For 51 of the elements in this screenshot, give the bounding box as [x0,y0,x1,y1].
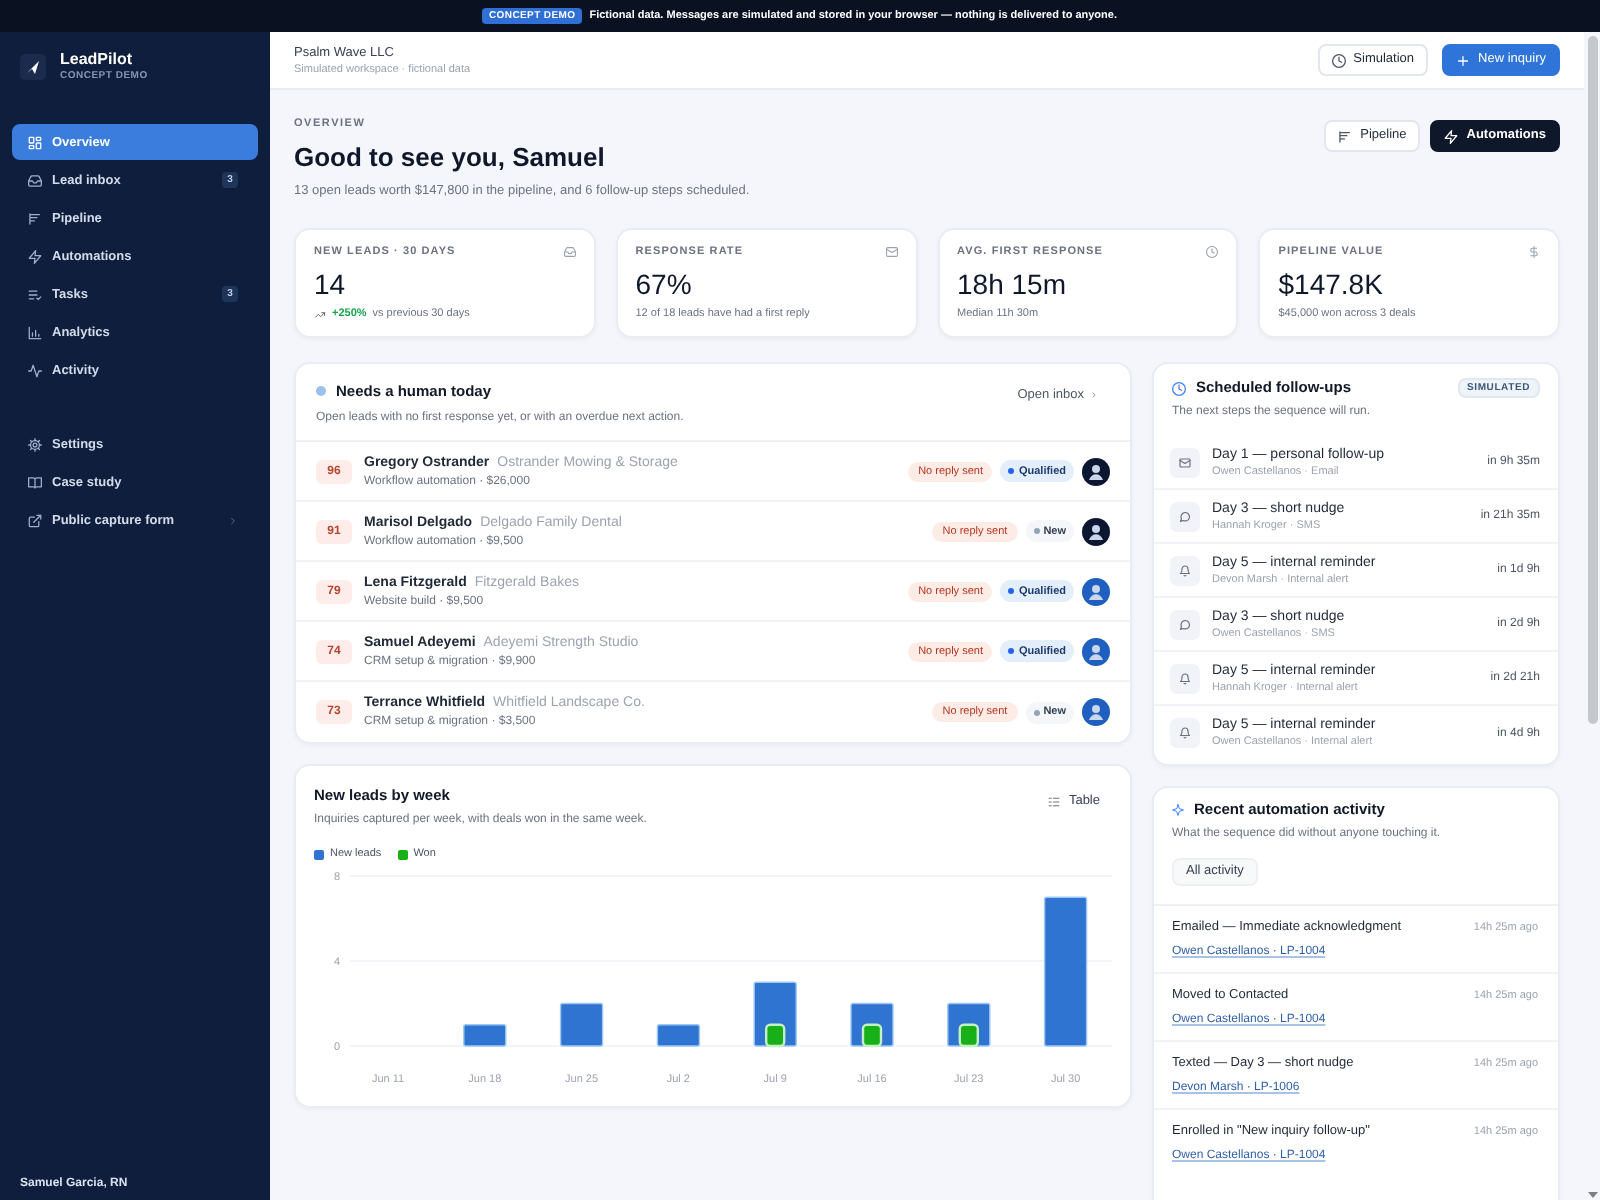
settings-icon [28,437,42,451]
clock-icon [1206,246,1219,258]
plus-icon [1456,53,1471,67]
new-leads-bar [559,1002,604,1047]
dot-icon [1008,648,1015,654]
table-icon [1048,795,1061,807]
lightning-icon [28,249,42,263]
pulse-icon [28,363,42,377]
chat-bubble-icon [1170,609,1200,639]
paper-plane-icon [20,54,46,80]
inbox-icon [28,173,42,187]
bars-icon [28,211,42,225]
book-icon [28,475,42,489]
won-bar [861,1023,883,1048]
inbox-icon [563,246,576,258]
clock-icon [1172,381,1186,395]
scrollbar-thumb[interactable] [1587,36,1597,724]
checklist-icon [28,287,42,301]
bar-chart-icon [28,325,42,339]
won-bar [765,1023,786,1048]
stat-value: 18h 15m [957,268,1068,300]
stat-value: 14 [314,268,348,300]
lightning-icon [1444,129,1459,143]
won-bar [958,1023,979,1048]
chevron-right-icon [228,515,238,525]
stat-value: 67% [635,268,694,300]
dot-icon [316,386,326,396]
bars-icon [1338,129,1353,143]
bell-icon [1170,555,1200,585]
dot-icon [1008,468,1015,474]
dollar-icon [1528,246,1540,258]
chat-bubble-icon [1170,501,1200,531]
clock-icon [1331,53,1346,67]
mail-icon [1170,447,1200,477]
dot-icon [1033,709,1040,715]
brand-name: LeadPilot [60,50,135,70]
bell-icon [1170,663,1200,693]
grid-icon [28,135,42,149]
bell-icon [1170,718,1200,748]
scroll-down-arrow-icon[interactable] [1587,1192,1597,1198]
mail-icon [885,246,897,258]
dot-icon [1033,528,1040,534]
dot-icon [1008,588,1015,594]
trend-up-icon [314,309,326,319]
page-title: Good to see you, Samuel [294,142,607,174]
chevron-right-icon [1090,390,1098,400]
new-leads-bar [463,1024,507,1047]
external-link-icon [28,513,42,527]
stat-value: $147.8K [1278,268,1385,300]
sparkle-icon [1172,804,1184,816]
new-leads-bar [656,1024,701,1047]
